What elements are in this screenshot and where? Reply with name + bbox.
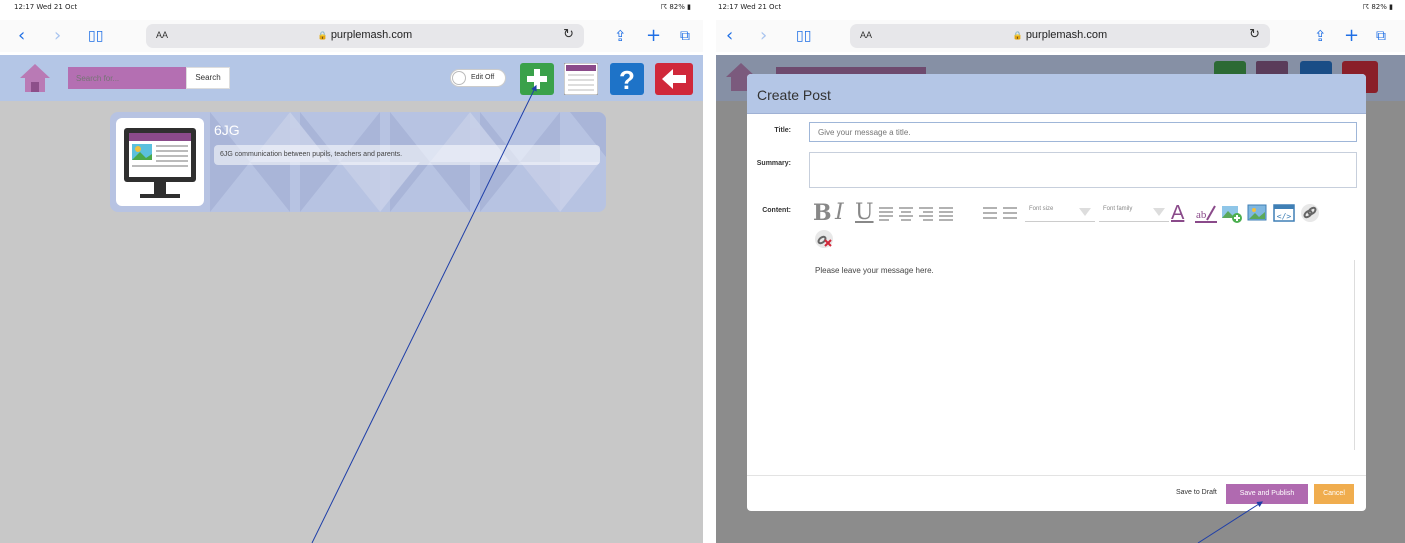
- search-input[interactable]: [68, 67, 186, 89]
- home-icon[interactable]: [18, 62, 52, 94]
- dropdown-triangle-icon: [1153, 208, 1165, 216]
- lock-icon: 🔒: [317, 31, 328, 40]
- unlink-icon[interactable]: [813, 228, 835, 250]
- summary-input[interactable]: [809, 152, 1357, 188]
- source-code-icon[interactable]: </>: [1273, 202, 1295, 224]
- svg-text:?: ?: [619, 65, 635, 95]
- summary-label: Summary:: [756, 160, 791, 167]
- status-bar: 12:17 Wed 21 Oct ☈ 82% ▮: [716, 0, 1405, 14]
- list-buttons[interactable]: [981, 202, 1021, 224]
- svg-text:ab: ab: [1196, 209, 1207, 221]
- status-time: 12:17 Wed 21 Oct: [14, 3, 78, 11]
- browser-bar: ‹ › ▯▯ AA 🔒 purplemash.com ↻ ⇪ + ⧉: [716, 20, 1405, 52]
- bookmarks-book-icon[interactable]: ▯▯: [88, 24, 103, 48]
- font-family-label: Font family: [1103, 206, 1133, 212]
- search-button[interactable]: Search: [186, 67, 230, 89]
- font-color-button[interactable]: A: [1171, 202, 1184, 224]
- insert-media-icon[interactable]: [1247, 202, 1269, 224]
- back-chevron-icon[interactable]: ‹: [726, 24, 733, 48]
- new-tab-plus-icon[interactable]: +: [1344, 24, 1359, 48]
- card-description: 6JG communication between pupils, teache…: [214, 145, 600, 165]
- tabs-icon[interactable]: ⧉: [680, 24, 690, 48]
- reload-icon[interactable]: ↻: [1249, 27, 1260, 42]
- edit-toggle[interactable]: Edit Off: [450, 69, 506, 87]
- content-label: Content:: [762, 207, 791, 214]
- calendar-icon[interactable]: [564, 63, 598, 95]
- modal-header: Create Post: [747, 74, 1366, 114]
- toggle-knob: [452, 71, 466, 85]
- italic-button[interactable]: I: [835, 202, 844, 224]
- font-size-label: Font size: [1029, 206, 1054, 212]
- save-publish-button[interactable]: Save and Publish: [1226, 484, 1308, 504]
- help-icon[interactable]: ?: [610, 63, 644, 95]
- bold-button[interactable]: B: [813, 202, 832, 224]
- font-family-select[interactable]: Font family: [1099, 204, 1169, 222]
- status-battery: ☈ 82% ▮: [660, 3, 691, 11]
- alignment-buttons[interactable]: [877, 202, 973, 224]
- screenshot-stage: 12:17 Wed 21 Oct ☈ 82% ▮ ‹ › ▯▯ AA 🔒 purp…: [0, 0, 1405, 543]
- insert-image-icon[interactable]: [1221, 202, 1243, 224]
- share-icon[interactable]: ⇪: [614, 24, 627, 48]
- svg-text:</>: </>: [1277, 212, 1292, 221]
- tabs-icon[interactable]: ⧉: [1376, 24, 1386, 48]
- back-arrow-button[interactable]: [655, 63, 693, 95]
- link-icon[interactable]: [1299, 202, 1321, 224]
- modal-title: Create Post: [757, 87, 831, 103]
- left-pane: 12:17 Wed 21 Oct ☈ 82% ▮ ‹ › ▯▯ AA 🔒 purp…: [0, 0, 703, 543]
- font-size-select[interactable]: Font size: [1025, 204, 1095, 222]
- share-icon[interactable]: ⇪: [1314, 24, 1327, 48]
- status-bar: 12:17 Wed 21 Oct ☈ 82% ▮: [0, 0, 703, 14]
- highlight-icon[interactable]: ab: [1195, 202, 1217, 224]
- create-post-modal: Create Post Title: Summary: Content: B I…: [747, 74, 1366, 511]
- url-field[interactable]: 🔒 purplemash.com: [146, 29, 584, 41]
- dropdown-triangle-icon: [1079, 208, 1091, 216]
- status-battery: ☈ 82% ▮: [1362, 3, 1393, 11]
- back-chevron-icon[interactable]: ‹: [18, 24, 25, 48]
- address-bar[interactable]: AA 🔒 purplemash.com ↻: [146, 24, 584, 48]
- forward-chevron-icon[interactable]: ›: [54, 24, 61, 48]
- card-title: 6JG: [214, 122, 240, 138]
- save-draft-link[interactable]: Save to Draft: [1176, 489, 1217, 496]
- url-text: purplemash.com: [1025, 29, 1108, 41]
- underline-button[interactable]: U: [855, 202, 874, 224]
- title-label: Title:: [774, 127, 791, 134]
- new-tab-plus-icon[interactable]: +: [646, 24, 661, 48]
- add-plus-button[interactable]: [520, 63, 554, 95]
- group-card[interactable]: 6JG 6JG communication between pupils, te…: [110, 112, 606, 212]
- computer-monitor-icon: [124, 128, 196, 198]
- forward-chevron-icon[interactable]: ›: [760, 24, 767, 48]
- edit-toggle-label: Edit Off: [471, 74, 495, 81]
- lock-icon: 🔒: [1012, 31, 1023, 40]
- modal-footer: Save to Draft Save and Publish Cancel: [747, 475, 1366, 511]
- cancel-button[interactable]: Cancel: [1314, 484, 1354, 504]
- title-input[interactable]: [809, 122, 1357, 142]
- browser-bar: ‹ › ▯▯ AA 🔒 purplemash.com ↻ ⇪ + ⧉: [0, 20, 703, 52]
- bookmarks-book-icon[interactable]: ▯▯: [796, 24, 811, 48]
- status-time: 12:17 Wed 21 Oct: [718, 3, 782, 11]
- content-editor[interactable]: Please leave your message here.: [809, 260, 1355, 450]
- group-thumbnail: [116, 118, 204, 206]
- purplemash-toolbar: Search Edit Off ?: [0, 55, 703, 101]
- content-placeholder-text: Please leave your message here.: [815, 266, 934, 275]
- url-text: purplemash.com: [330, 29, 413, 41]
- address-bar[interactable]: AA 🔒 purplemash.com ↻: [850, 24, 1270, 48]
- reload-icon[interactable]: ↻: [563, 27, 574, 42]
- editor-toolbar: B I U Font size Font family A ab </>: [809, 202, 1366, 250]
- url-field[interactable]: 🔒 purplemash.com: [850, 29, 1270, 41]
- right-pane: 12:17 Wed 21 Oct ☈ 82% ▮ ‹ › ▯▯ AA 🔒 purp…: [716, 0, 1405, 543]
